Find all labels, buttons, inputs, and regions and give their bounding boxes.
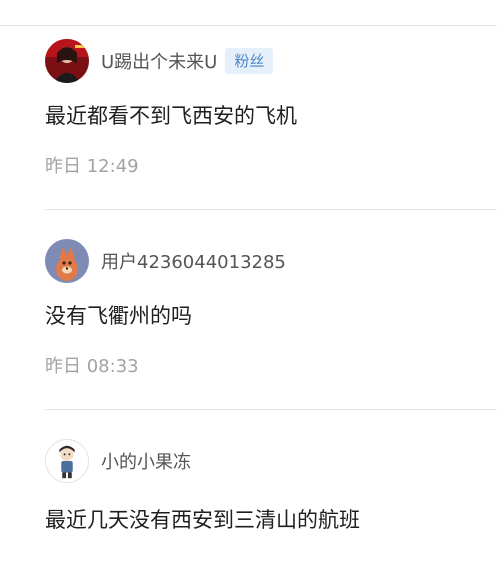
divider [45,409,497,410]
comment-header: U踢出个未来U 粉丝 [45,38,274,84]
divider [45,209,497,210]
comment-time: 昨日 08:33 [45,356,139,377]
username[interactable]: U踢出个未来U [101,48,217,74]
avatar[interactable] [45,239,89,283]
comment-text: 最近都看不到飞西安的飞机 [45,104,297,128]
username[interactable]: 用户4236044013285 [101,248,286,274]
comment-list: U踢出个未来U 粉丝 最近都看不到飞西安的飞机 昨日 12:49 用户42360… [0,0,497,582]
comment-header: 用户4236044013285 [45,238,286,284]
divider [0,25,497,26]
username[interactable]: 小的小果冻 [101,448,191,474]
avatar[interactable] [45,39,89,83]
comment-text: 最近几天没有西安到三清山的航班 [45,508,360,532]
comment-text: 没有飞衢州的吗 [45,304,192,328]
comment-time: 昨日 12:49 [45,156,139,177]
comment-header: 小的小果冻 [45,438,191,484]
avatar[interactable] [45,439,89,483]
fan-badge: 粉丝 [225,48,274,74]
